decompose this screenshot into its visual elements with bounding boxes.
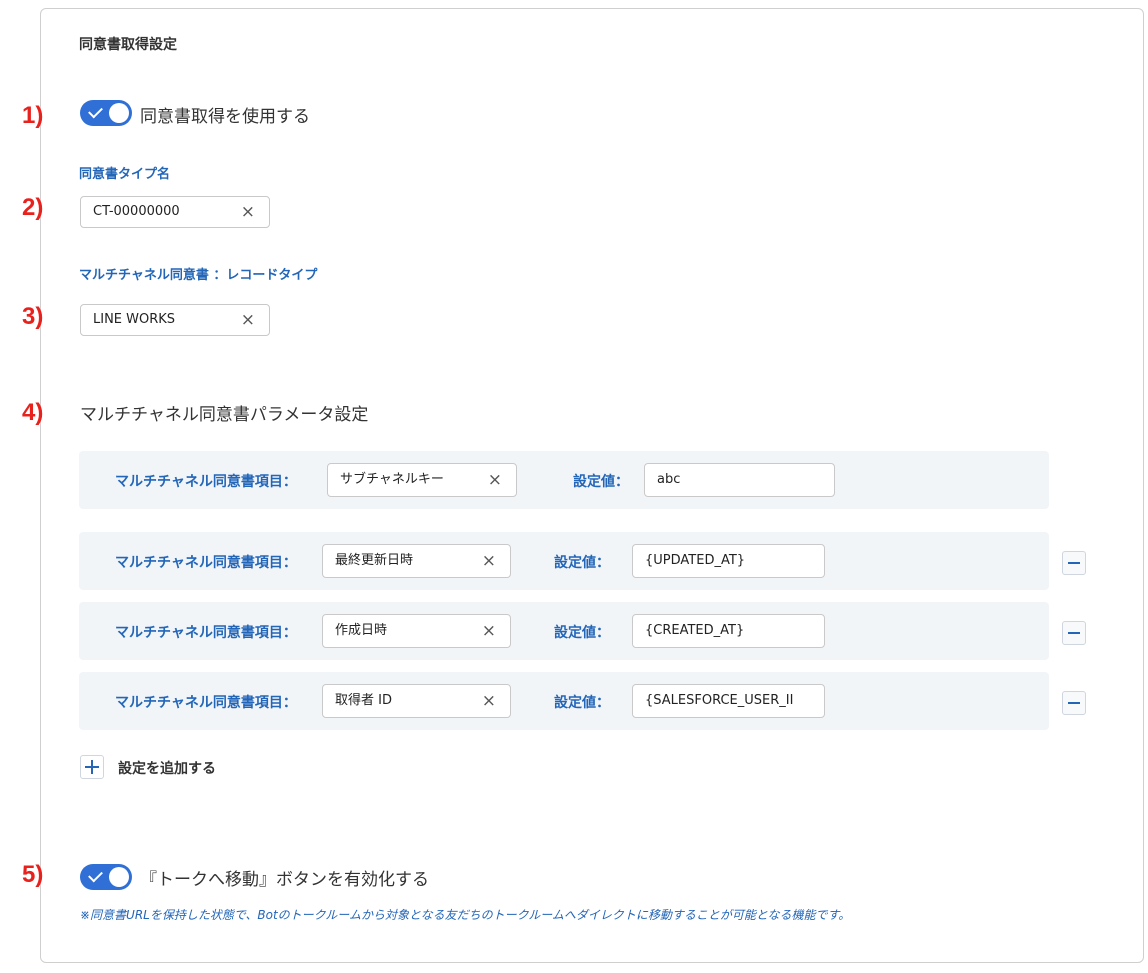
toggle-knob <box>109 867 129 887</box>
item-value: 作成日時 <box>335 623 388 638</box>
value-label: 設定値： <box>554 625 610 641</box>
param-row: マルチチャネル同意書項目： 最終更新日時 × 設定値： {UPDATED_AT} <box>79 532 1049 590</box>
consent-type-label: 同意書タイプ名 <box>79 167 171 182</box>
item-value: 最終更新日時 <box>335 553 414 568</box>
clear-icon[interactable]: × <box>488 464 502 496</box>
clear-icon[interactable]: × <box>482 615 496 647</box>
item-label: マルチチャネル同意書項目： <box>115 474 297 490</box>
minus-icon <box>1068 632 1080 634</box>
marker-3: 3) <box>22 303 44 330</box>
section-title: 同意書取得設定 <box>79 37 177 53</box>
clear-icon[interactable]: × <box>482 685 496 717</box>
talk-button-toggle[interactable] <box>80 864 132 890</box>
marker-5: 5) <box>22 861 44 888</box>
clear-icon[interactable]: × <box>241 197 255 227</box>
consent-toggle-label: 同意書取得を使用する <box>140 107 310 127</box>
marker-4: 4) <box>22 399 44 426</box>
param-row: マルチチャネル同意書項目： 取得者 ID × 設定値： {SALESFORCE_… <box>79 672 1049 730</box>
remove-row-button[interactable] <box>1062 551 1086 575</box>
value-input[interactable]: {SALESFORCE_USER_II <box>632 684 825 718</box>
param-row: マルチチャネル同意書項目： 作成日時 × 設定値： {CREATED_AT} <box>79 602 1049 660</box>
feature-note: ※同意書URLを保持した状態で、Botのトークルームから対象となる友だちのトーク… <box>80 908 851 922</box>
record-type-field[interactable]: LINE WORKS × <box>80 304 270 336</box>
record-type-label: マルチチャネル同意書 ：レコードタイプ <box>79 268 318 283</box>
value-label: 設定値： <box>554 695 610 711</box>
toggle-knob <box>109 103 129 123</box>
value-text: {SALESFORCE_USER_II <box>645 693 794 708</box>
value-label: 設定値： <box>573 474 629 490</box>
item-label: マルチチャネル同意書項目： <box>115 625 297 641</box>
minus-icon <box>1068 562 1080 564</box>
check-icon <box>88 103 103 119</box>
add-setting-button[interactable] <box>80 755 104 779</box>
clear-icon[interactable]: × <box>482 545 496 577</box>
value-text: {UPDATED_AT} <box>645 553 746 568</box>
consent-type-field[interactable]: CT-00000000 × <box>80 196 270 228</box>
remove-row-button[interactable] <box>1062 691 1086 715</box>
value-input[interactable]: {UPDATED_AT} <box>632 544 825 578</box>
value-input[interactable]: abc <box>644 463 835 497</box>
param-row: マルチチャネル同意書項目： サブチャネルキー × 設定値： abc <box>79 451 1049 509</box>
item-value: サブチャネルキー <box>340 472 444 487</box>
item-label: マルチチャネル同意書項目： <box>115 555 297 571</box>
clear-icon[interactable]: × <box>241 305 255 335</box>
param-settings-title: マルチチャネル同意書パラメータ設定 <box>80 405 369 425</box>
consent-type-value: CT-00000000 <box>93 204 180 219</box>
value-text: abc <box>657 472 681 487</box>
item-value: 取得者 ID <box>335 693 392 708</box>
plus-icon-vertical <box>91 760 93 774</box>
item-label: マルチチャネル同意書項目： <box>115 695 297 711</box>
check-icon <box>88 867 103 883</box>
item-select[interactable]: 最終更新日時 × <box>322 544 511 578</box>
consent-toggle[interactable] <box>80 100 132 126</box>
marker-2: 2) <box>22 194 44 221</box>
value-input[interactable]: {CREATED_AT} <box>632 614 825 648</box>
marker-1: 1) <box>22 102 44 129</box>
record-type-value: LINE WORKS <box>93 312 176 327</box>
talk-toggle-label: 『トークへ移動』ボタンを有効化する <box>140 870 429 890</box>
value-label: 設定値： <box>554 555 610 571</box>
item-select[interactable]: 取得者 ID × <box>322 684 511 718</box>
value-text: {CREATED_AT} <box>645 623 745 638</box>
item-select[interactable]: サブチャネルキー × <box>327 463 517 497</box>
add-setting-label[interactable]: 設定を追加する <box>118 758 216 778</box>
item-select[interactable]: 作成日時 × <box>322 614 511 648</box>
minus-icon <box>1068 702 1080 704</box>
remove-row-button[interactable] <box>1062 621 1086 645</box>
